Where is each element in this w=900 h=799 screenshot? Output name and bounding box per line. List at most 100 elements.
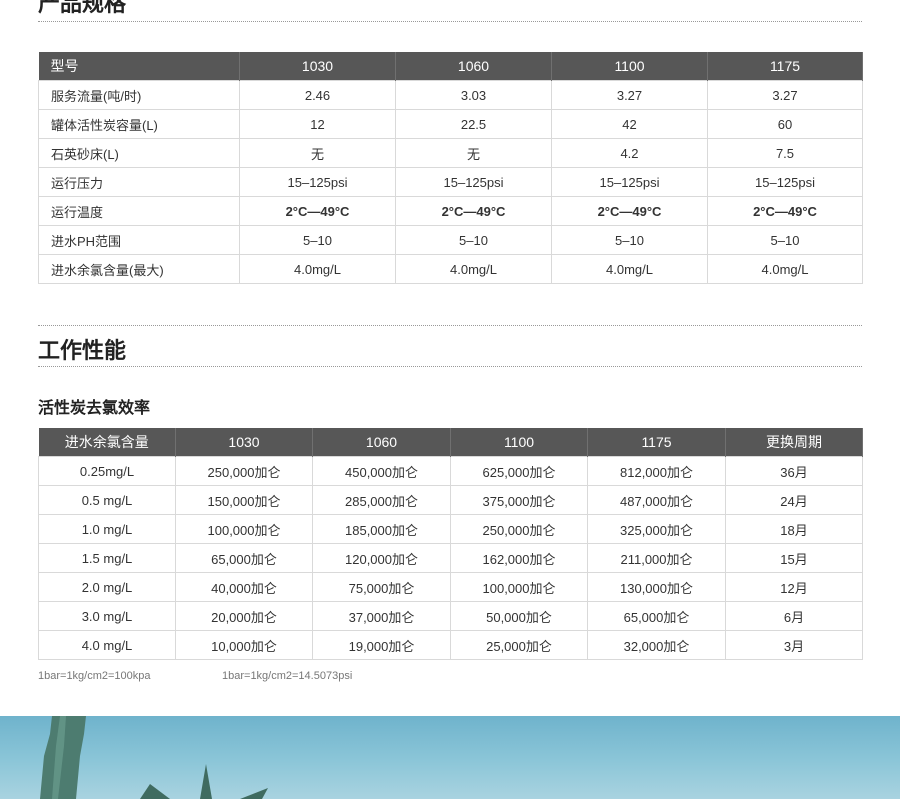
spec-row-label: 服务流量(吨/时) (38, 80, 240, 110)
perf-cell: 6月 (725, 601, 863, 631)
performance-table-row: 2.0 mg/L 40,000加仑 75,000加仑 100,000加仑 130,000… (38, 572, 863, 602)
perf-cell: 24月 (725, 485, 863, 515)
spec-cell: 12 (239, 109, 396, 139)
perf-cell: 130,000加仑 (587, 572, 726, 602)
spec-cell: 42 (551, 109, 708, 139)
spec-row-label: 运行压力 (38, 167, 240, 197)
unit-note-psi: 1bar=1kg/cm2=14.5073psi (222, 670, 353, 682)
spec-table-row: 服务流量(吨/时) 2.46 3.03 3.27 3.27 (38, 80, 863, 110)
performance-table-row: 0.25mg/L 250,000加仑 450,000加仑 625,000加仑 812,0… (38, 456, 863, 486)
spec-cell: 5–10 (395, 225, 552, 255)
perf-cell: 12月 (725, 572, 863, 602)
perf-cell: 19,000加仑 (312, 630, 451, 660)
perf-header-1100: 1100 (450, 428, 588, 457)
banner-image (0, 716, 900, 799)
unit-note-kpa: 1bar=1kg/cm2=100kpa (38, 670, 151, 682)
perf-cell: 285,000加仑 (312, 485, 451, 515)
spec-cell: 15–125psi (239, 167, 396, 197)
perf-cell: 250,000加仑 (450, 514, 588, 544)
perf-cell: 211,000加仑 (587, 543, 726, 573)
spec-table-row: 石英砂床(L) 无无 4.2 7.5 (38, 138, 863, 168)
perf-row-label: 1.0 mg/L (38, 514, 176, 544)
perf-cell: 325,000加仑 (587, 514, 726, 544)
perf-cell: 120,000加仑 (312, 543, 451, 573)
perf-header-chlorine: 进水余氯含量 (38, 428, 176, 457)
spec-cell: 2°C—49°C (551, 196, 708, 226)
perf-cell: 18月 (725, 514, 863, 544)
perf-cell: 450,000加仑 (312, 456, 451, 486)
perf-header-cycle: 更换周期 (725, 428, 863, 457)
perf-cell: 25,000加仑 (450, 630, 588, 660)
spec-cell: 2°C—49°C (707, 196, 863, 226)
perf-header-1060: 1060 (312, 428, 451, 457)
perf-cell: 100,000加仑 (450, 572, 588, 602)
perf-row-label: 0.5 mg/L (38, 485, 176, 515)
spec-table-row: 进水PH范围 5–10 5–10 5–10 5–10 (38, 225, 863, 255)
performance-table-row: 1.5 mg/L 65,000加仑 120,000加仑 162,000加仑 211,00… (38, 543, 863, 573)
performance-table-row: 3.0 mg/L 20,000加仑 37,000加仑 50,000加仑 65,000加仑… (38, 601, 863, 631)
performance-subtitle: 活性炭去氯效率 (38, 400, 151, 417)
spec-row-label: 石英砂床(L) (38, 138, 240, 168)
performance-section-title: 工作性能 (38, 338, 127, 363)
performance-table-header-row: 进水余氯含量 1030 1060 1100 1175 更换周期 (38, 428, 863, 457)
perf-cell: 185,000加仑 (312, 514, 451, 544)
spec-table-row: 进水余氯含量(最大) 4.0mg/L 4.0mg/L 4.0mg/L 4.0mg/L (38, 254, 863, 284)
perf-cell: 75,000加仑 (312, 572, 451, 602)
perf-cell: 36月 (725, 456, 863, 486)
spec-cell: 2°C—49°C (395, 196, 552, 226)
perf-row-label: 1.5 mg/L (38, 543, 176, 573)
spec-table-row: 运行温度 2°C—49°C 2°C—49°C 2°C—49°C 2°C—49°C (38, 196, 863, 226)
spec-cell: 5–10 (239, 225, 396, 255)
perf-cell: 65,000加仑 (175, 543, 313, 573)
perf-cell: 20,000加仑 (175, 601, 313, 631)
spec-cell: 4.2 (551, 138, 708, 168)
spec-header-1100: 1100 (551, 52, 708, 81)
spec-row-label: 进水余氯含量(最大) (38, 254, 240, 284)
perf-row-label: 4.0 mg/L (38, 630, 176, 660)
spec-header-model: 型号 (38, 52, 240, 81)
spec-cell: 15–125psi (551, 167, 708, 197)
spec-row-label: 罐体活性炭容量(L) (38, 109, 240, 139)
perf-cell: 10,000加仑 (175, 630, 313, 660)
perf-cell: 65,000加仑 (587, 601, 726, 631)
spec-cell: 3.03 (395, 80, 552, 110)
spec-title-divider (38, 21, 862, 22)
perf-cell: 625,000加仑 (450, 456, 588, 486)
perf-cell: 32,000加仑 (587, 630, 726, 660)
performance-table-row: 1.0 mg/L 100,000加仑 185,000加仑 250,000加仑 325,0… (38, 514, 863, 544)
perf-row-label: 3.0 mg/L (38, 601, 176, 631)
perf-cell: 50,000加仑 (450, 601, 588, 631)
spec-cell: 无 (239, 138, 396, 168)
spec-header-1030: 1030 (239, 52, 396, 81)
spec-header-1175: 1175 (707, 52, 863, 81)
perf-cell: 375,000加仑 (450, 485, 588, 515)
spec-table-row: 运行压力 15–125psi 15–125psi 15–125psi 15–125psi (38, 167, 863, 197)
spec-cell: 2°C—49°C (239, 196, 396, 226)
performance-table-row: 4.0 mg/L 10,000加仑 19,000加仑 25,000加仑 32,000加仑… (38, 630, 863, 660)
perf-header-1175: 1175 (587, 428, 726, 457)
perf-cell: 487,000加仑 (587, 485, 726, 515)
spec-cell: 5–10 (707, 225, 863, 255)
spec-cell: 5–10 (551, 225, 708, 255)
spec-cell: 4.0mg/L (707, 254, 863, 284)
perf-cell: 37,000加仑 (312, 601, 451, 631)
perf-cell: 3月 (725, 630, 863, 660)
spec-cell: 22.5 (395, 109, 552, 139)
perf-cell: 150,000加仑 (175, 485, 313, 515)
spec-cell: 4.0mg/L (395, 254, 552, 284)
perf-row-label: 2.0 mg/L (38, 572, 176, 602)
perf-cell: 40,000加仑 (175, 572, 313, 602)
spec-cell: 15–125psi (395, 167, 552, 197)
spec-section-title: 产品规格 (38, 0, 127, 16)
spec-table-row: 罐体活性炭容量(L) 12 22.5 42 60 (38, 109, 863, 139)
spec-cell: 15–125psi (707, 167, 863, 197)
spec-header-1060: 1060 (395, 52, 552, 81)
spec-cell: 3.27 (707, 80, 863, 110)
spec-cell: 3.27 (551, 80, 708, 110)
spec-cell: 2.46 (239, 80, 396, 110)
perf-cell: 250,000加仑 (175, 456, 313, 486)
perf-header-1030: 1030 (175, 428, 313, 457)
statue-of-liberty-image (40, 716, 268, 799)
spec-cell: 4.0mg/L (239, 254, 396, 284)
spec-cell: 7.5 (707, 138, 863, 168)
